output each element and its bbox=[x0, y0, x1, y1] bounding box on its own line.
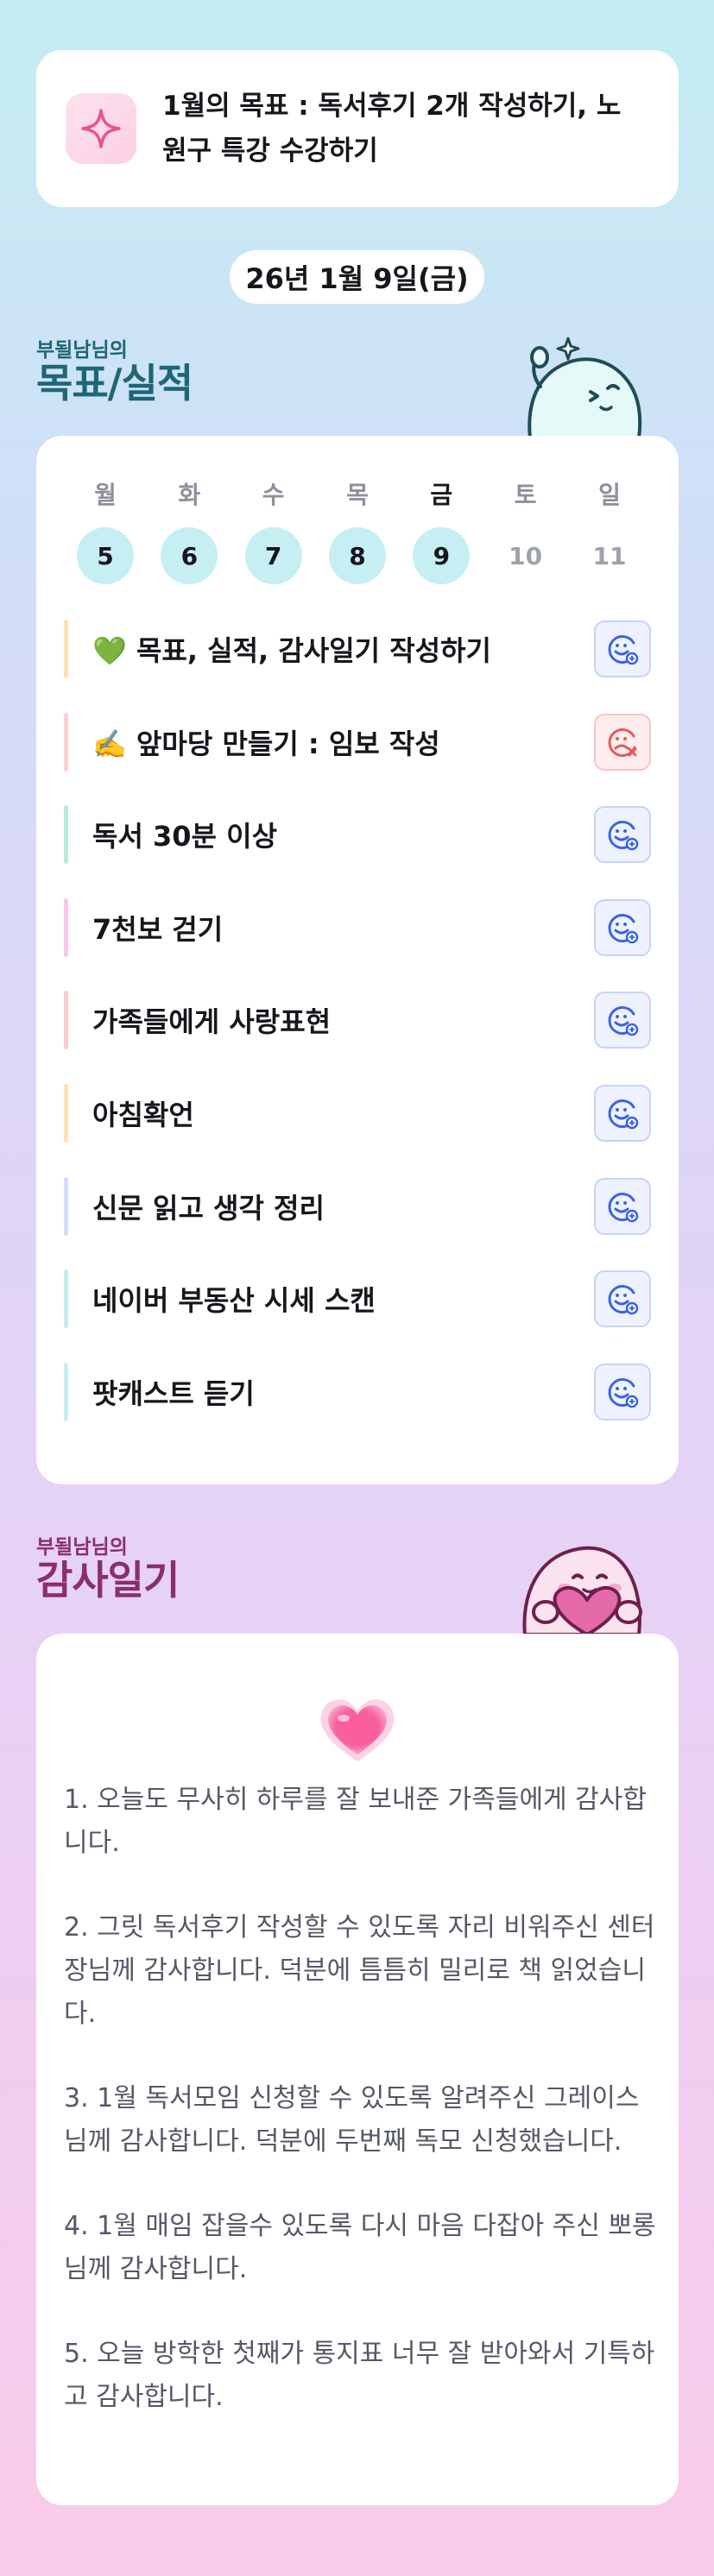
habit-color-bar bbox=[64, 1176, 68, 1236]
habit-color-bar bbox=[64, 620, 68, 678]
habit-item[interactable]: 네이버 부동산 시세 스캔 bbox=[64, 1269, 651, 1329]
day-name: 월 bbox=[94, 481, 117, 509]
happy-face-icon bbox=[608, 821, 639, 851]
day-fri[interactable]: 금 9 bbox=[412, 479, 471, 584]
thanks-section-header: 부될남님의 감사일기 bbox=[36, 1536, 180, 1603]
habit-label: 아침확언 bbox=[92, 1098, 194, 1131]
gratitude-entry: 5. 오늘 방학한 첫째가 통지표 너무 잘 받아와서 기특하고 감사합니다. bbox=[64, 2339, 655, 2412]
date-label: 26년 1월 9일(금) bbox=[230, 250, 484, 304]
day-number[interactable]: 5 bbox=[77, 527, 134, 584]
day-number[interactable]: 8 bbox=[328, 527, 386, 584]
heart-icon bbox=[314, 1692, 401, 1768]
habit-status-button[interactable] bbox=[594, 1177, 651, 1235]
mascot-heart-illustration bbox=[513, 1527, 651, 1638]
habit-label: 독서 30분 이상 bbox=[92, 820, 278, 853]
happy-face-icon bbox=[608, 1192, 639, 1222]
goal-section-title: 목표/실적 bbox=[36, 360, 193, 406]
habit-item[interactable]: 아침확언 bbox=[64, 1083, 651, 1143]
habit-label: 네이버 부동산 시세 스캔 bbox=[92, 1284, 376, 1318]
habit-status-button[interactable] bbox=[594, 1363, 651, 1420]
monthly-goal-card[interactable]: 1월의 목표 : 독서후기 2개 작성하기, 노원구 특강 수강하기 bbox=[36, 50, 679, 207]
habit-status-button[interactable] bbox=[594, 992, 651, 1049]
gratitude-card: 1. 오늘도 무사히 하루를 잘 보내준 가족들에게 감사합니다. 2. 그릿 … bbox=[36, 1634, 679, 2505]
week-strip: 월 5 화 6 수 7 목 8 금 9 토 10 일 11 bbox=[62, 479, 653, 584]
habit-color-bar bbox=[64, 991, 68, 1050]
habit-label: 7천보 걷기 bbox=[92, 912, 224, 946]
day-name: 토 bbox=[514, 481, 537, 509]
goal-section-header: 부될남님의 목표/실적 bbox=[36, 339, 193, 405]
mascot-illustration bbox=[515, 326, 653, 442]
habit-status-button[interactable] bbox=[594, 898, 651, 956]
day-number-today[interactable]: 9 bbox=[413, 527, 471, 584]
day-tue[interactable]: 화 6 bbox=[160, 479, 218, 584]
habit-label: 💚 목표, 실적, 감사일기 작성하기 bbox=[92, 634, 491, 667]
happy-face-icon bbox=[608, 635, 639, 665]
habit-status-button[interactable] bbox=[594, 1270, 651, 1328]
habit-list: 💚 목표, 실적, 감사일기 작성하기 ✍️ 앞마당 만들기 : 임보 작성 독… bbox=[64, 619, 651, 1454]
goal-section-subtitle: 부될남님의 bbox=[36, 339, 128, 362]
habit-color-bar bbox=[64, 712, 68, 772]
day-sun[interactable]: 일 11 bbox=[580, 479, 639, 584]
habit-status-button[interactable] bbox=[594, 620, 651, 677]
monthly-goal-text: 1월의 목표 : 독서후기 2개 작성하기, 노원구 특강 수강하기 bbox=[162, 91, 622, 167]
habit-status-button[interactable] bbox=[594, 1084, 651, 1142]
sparkle-icon bbox=[66, 93, 136, 164]
day-number[interactable]: 10 bbox=[497, 527, 554, 584]
habit-label: ✍️ 앞마당 만들기 : 임보 작성 bbox=[92, 727, 440, 760]
day-wed[interactable]: 수 7 bbox=[244, 479, 303, 584]
habit-tracker-card: 월 5 화 6 수 7 목 8 금 9 토 10 일 11 💚 목표, 실적, … bbox=[36, 436, 679, 1484]
day-sat[interactable]: 토 10 bbox=[496, 479, 555, 584]
habit-color-bar bbox=[64, 1083, 68, 1143]
habit-color-bar bbox=[64, 898, 68, 957]
habit-item[interactable]: 독서 30분 이상 bbox=[64, 804, 651, 865]
happy-face-icon bbox=[608, 1099, 639, 1130]
habit-label: 신문 읽고 생각 정리 bbox=[92, 1191, 325, 1225]
day-mon[interactable]: 월 5 bbox=[76, 479, 135, 584]
habit-label: 팟캐스트 듣기 bbox=[92, 1376, 255, 1410]
habit-color-bar bbox=[64, 805, 68, 865]
gratitude-entry: 4. 1월 매임 잡을수 있도록 다시 마음 다잡아 주신 뽀롱님께 감사합니다… bbox=[64, 2211, 656, 2284]
habit-item[interactable]: 팟캐스트 듣기 bbox=[64, 1362, 651, 1422]
thanks-section-subtitle: 부될남님의 bbox=[36, 1536, 128, 1559]
day-thu[interactable]: 목 8 bbox=[328, 479, 387, 584]
thanks-section-title: 감사일기 bbox=[36, 1557, 180, 1603]
habit-color-bar bbox=[64, 1269, 68, 1329]
sad-face-icon bbox=[608, 727, 637, 757]
habit-color-bar bbox=[64, 1362, 68, 1421]
day-name: 목 bbox=[346, 481, 369, 509]
habit-status-button[interactable] bbox=[594, 806, 651, 864]
gratitude-entry: 1. 오늘도 무사히 하루를 잘 보내준 가족들에게 감사합니다. bbox=[64, 1785, 647, 1858]
habit-item[interactable]: 신문 읽고 생각 정리 bbox=[64, 1176, 651, 1237]
gratitude-list: 1. 오늘도 무사히 하루를 잘 보내준 가족들에게 감사합니다. 2. 그릿 … bbox=[64, 1779, 660, 2460]
habit-item[interactable]: 가족들에게 사랑표현 bbox=[64, 990, 651, 1050]
happy-face-icon bbox=[608, 1285, 639, 1315]
day-name: 수 bbox=[262, 481, 285, 509]
day-number[interactable]: 6 bbox=[161, 527, 218, 584]
day-number[interactable]: 7 bbox=[244, 527, 302, 584]
day-name: 일 bbox=[598, 481, 621, 509]
happy-face-icon bbox=[608, 913, 639, 944]
habit-status-button[interactable] bbox=[594, 713, 651, 771]
habit-item[interactable]: 💚 목표, 실적, 감사일기 작성하기 bbox=[64, 619, 651, 679]
day-name: 화 bbox=[178, 481, 201, 509]
happy-face-icon bbox=[608, 1006, 639, 1036]
day-number[interactable]: 11 bbox=[581, 527, 638, 584]
habit-item[interactable]: ✍️ 앞마당 만들기 : 임보 작성 bbox=[64, 712, 651, 772]
habit-label: 가족들에게 사랑표현 bbox=[92, 1005, 332, 1039]
gratitude-entry: 2. 그릿 독서후기 작성할 수 있도록 자리 비워주신 센터장님께 감사합니다… bbox=[64, 1912, 655, 2029]
habit-item[interactable]: 7천보 걷기 bbox=[64, 898, 651, 958]
gratitude-entry: 3. 1월 독서모임 신청할 수 있도록 알려주신 그레이스님께 감사합니다. … bbox=[64, 2083, 640, 2157]
day-name: 금 bbox=[430, 481, 453, 509]
happy-face-icon bbox=[608, 1377, 639, 1408]
